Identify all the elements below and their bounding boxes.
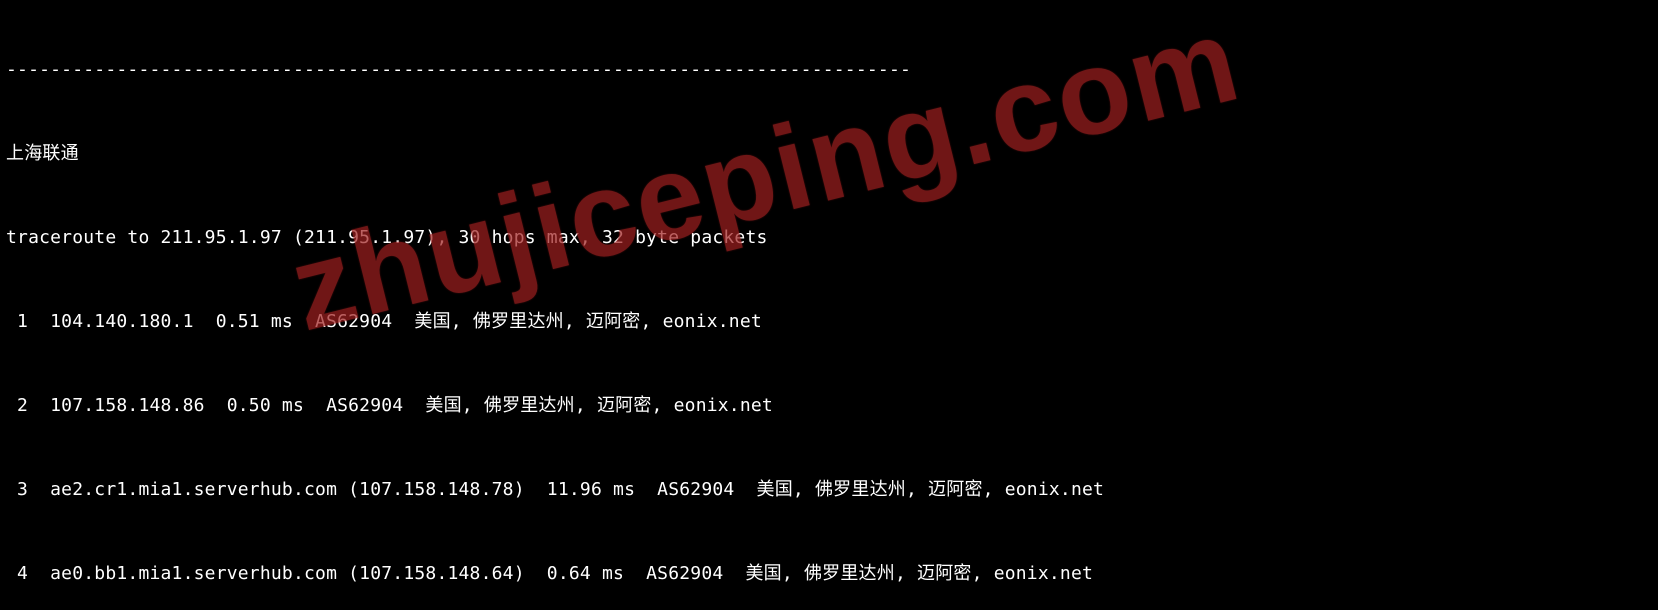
divider-line: ----------------------------------------… [6,56,1658,84]
traceroute-header: traceroute to 211.95.1.97 (211.95.1.97),… [6,224,1658,252]
hop-line: 2 107.158.148.86 0.50 ms AS62904 美国, 佛罗里… [6,392,1658,420]
hop-line: 1 104.140.180.1 0.51 ms AS62904 美国, 佛罗里达… [6,308,1658,336]
hop-line: 4 ae0.bb1.mia1.serverhub.com (107.158.14… [6,560,1658,588]
terminal-output: ----------------------------------------… [0,0,1658,610]
hop-line: 3 ae2.cr1.mia1.serverhub.com (107.158.14… [6,476,1658,504]
header-line: 上海联通 [6,140,1658,168]
